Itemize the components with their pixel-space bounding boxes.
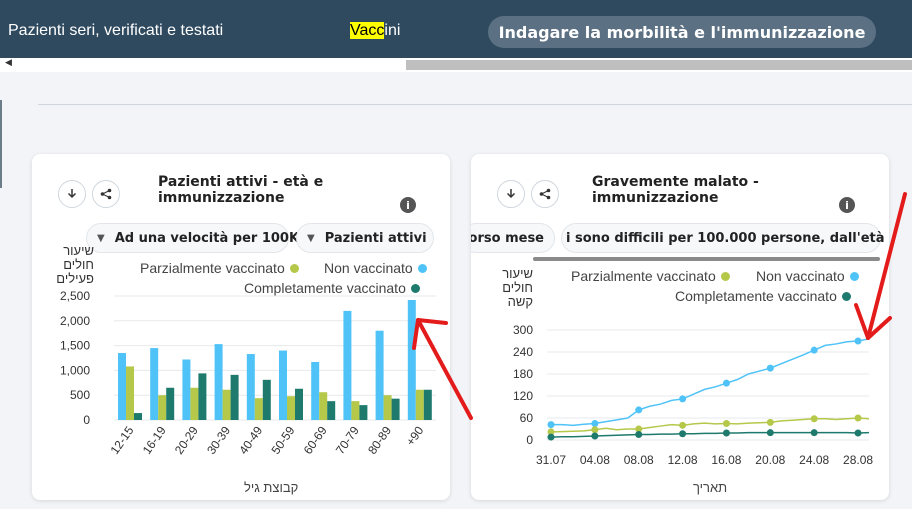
arrow-1-shaft <box>416 318 473 420</box>
annotation-arrows <box>412 192 907 420</box>
arrow-2-shaft <box>866 192 907 340</box>
